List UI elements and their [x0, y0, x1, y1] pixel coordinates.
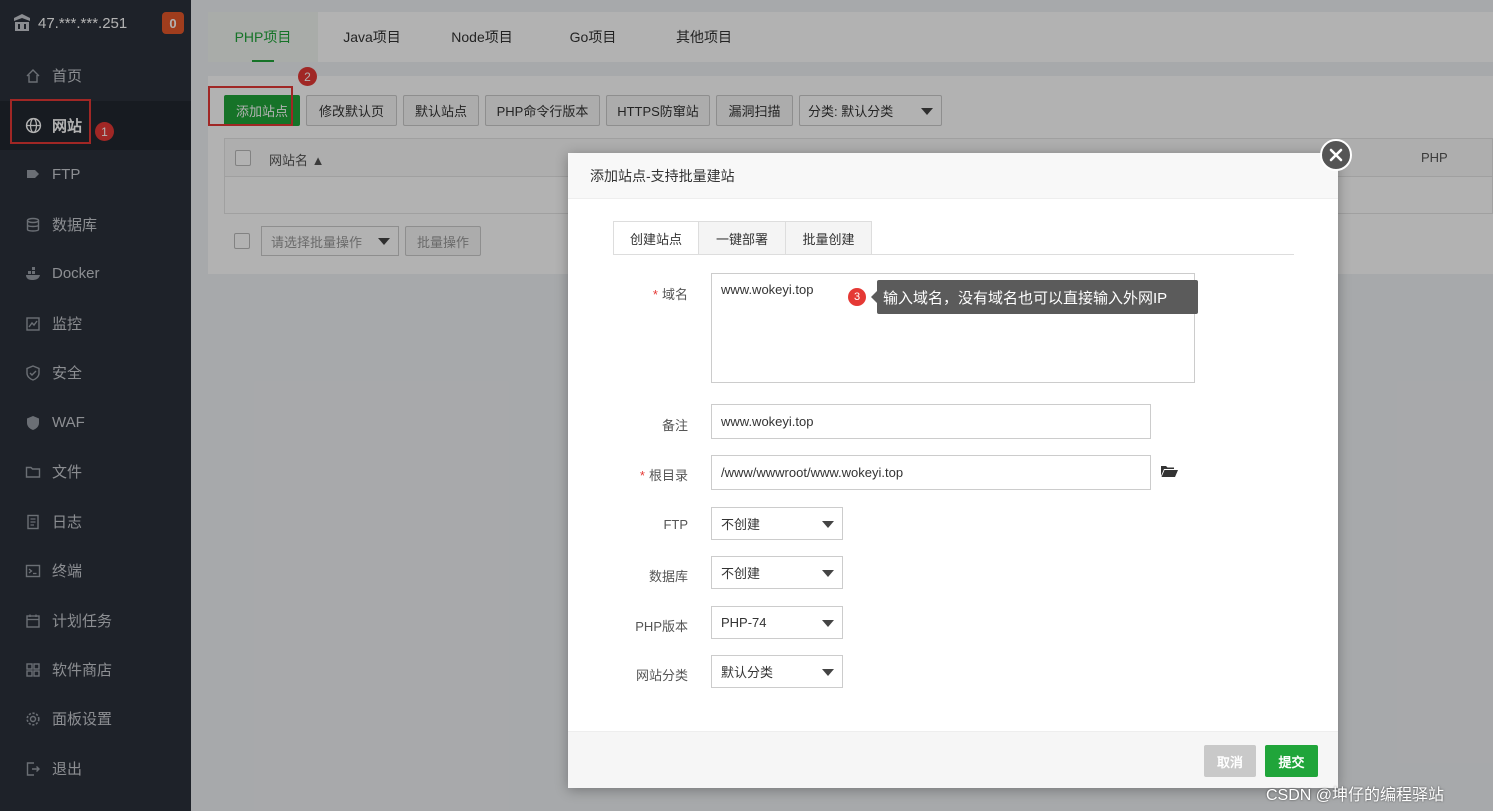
domain-hint-tooltip: 输入域名，没有域名也可以直接输入外网IP: [871, 280, 1198, 314]
domain-label-text: 域名: [661, 287, 688, 302]
dialog-tab-batch-create[interactable]: 批量创建: [785, 221, 872, 255]
add-site-dialog: 添加站点-支持批量建站 创建站点 一键部署 批量创建 * 域名 www.wokey…: [568, 139, 1352, 788]
root-dir-label-text: 根目录: [648, 468, 688, 483]
close-button[interactable]: [1320, 139, 1352, 171]
chevron-down-icon: [822, 521, 834, 528]
database-select-value: 不创建: [721, 566, 761, 581]
php-version-label: PHP版本: [635, 619, 688, 634]
root-dir-input[interactable]: /www/wwwroot/www.wokeyi.top: [711, 455, 1151, 490]
submit-button[interactable]: 提交: [1265, 745, 1318, 777]
dialog-tab-create-site[interactable]: 创建站点: [613, 221, 699, 255]
note-value: www.wokeyi.top: [721, 414, 814, 429]
cancel-button[interactable]: 取消: [1204, 745, 1256, 777]
close-icon: [1329, 148, 1343, 162]
ftp-label: FTP: [663, 517, 688, 532]
domain-label: * 域名: [568, 284, 688, 303]
database-label: 数据库: [648, 569, 688, 584]
site-category-select-value: 默认分类: [721, 665, 774, 680]
watermark: CSDN @坤仔的编程驿站: [1266, 787, 1445, 804]
php-version-select[interactable]: PHP-74: [711, 606, 843, 639]
php-version-select-value: PHP-74: [721, 615, 767, 630]
chevron-down-icon: [822, 669, 834, 676]
required-mark: *: [639, 468, 645, 483]
dialog-tab-divider: [613, 254, 1294, 255]
note-label: 备注: [661, 418, 688, 433]
dialog-tab-one-click-deploy[interactable]: 一键部署: [698, 221, 786, 255]
dialog-footer: 取消 提交: [568, 731, 1338, 788]
root-dir-label: * 根目录: [568, 465, 688, 484]
database-select[interactable]: 不创建: [711, 556, 843, 589]
required-mark: *: [652, 287, 658, 302]
dialog-title: 添加站点-支持批量建站: [568, 153, 1338, 199]
note-input[interactable]: www.wokeyi.top: [711, 404, 1151, 439]
root-dir-value: /www/wwwroot/www.wokeyi.top: [721, 465, 904, 480]
ftp-select[interactable]: 不创建: [711, 507, 843, 540]
folder-open-icon[interactable]: [1160, 463, 1179, 482]
site-category-label: 网站分类: [635, 668, 688, 683]
chevron-down-icon: [822, 620, 834, 627]
chevron-down-icon: [822, 570, 834, 577]
ftp-select-value: 不创建: [721, 517, 761, 532]
site-category-select[interactable]: 默认分类: [711, 655, 843, 688]
annotation-marker-3: 3: [848, 288, 866, 306]
domain-value: www.wokeyi.top: [721, 282, 814, 297]
